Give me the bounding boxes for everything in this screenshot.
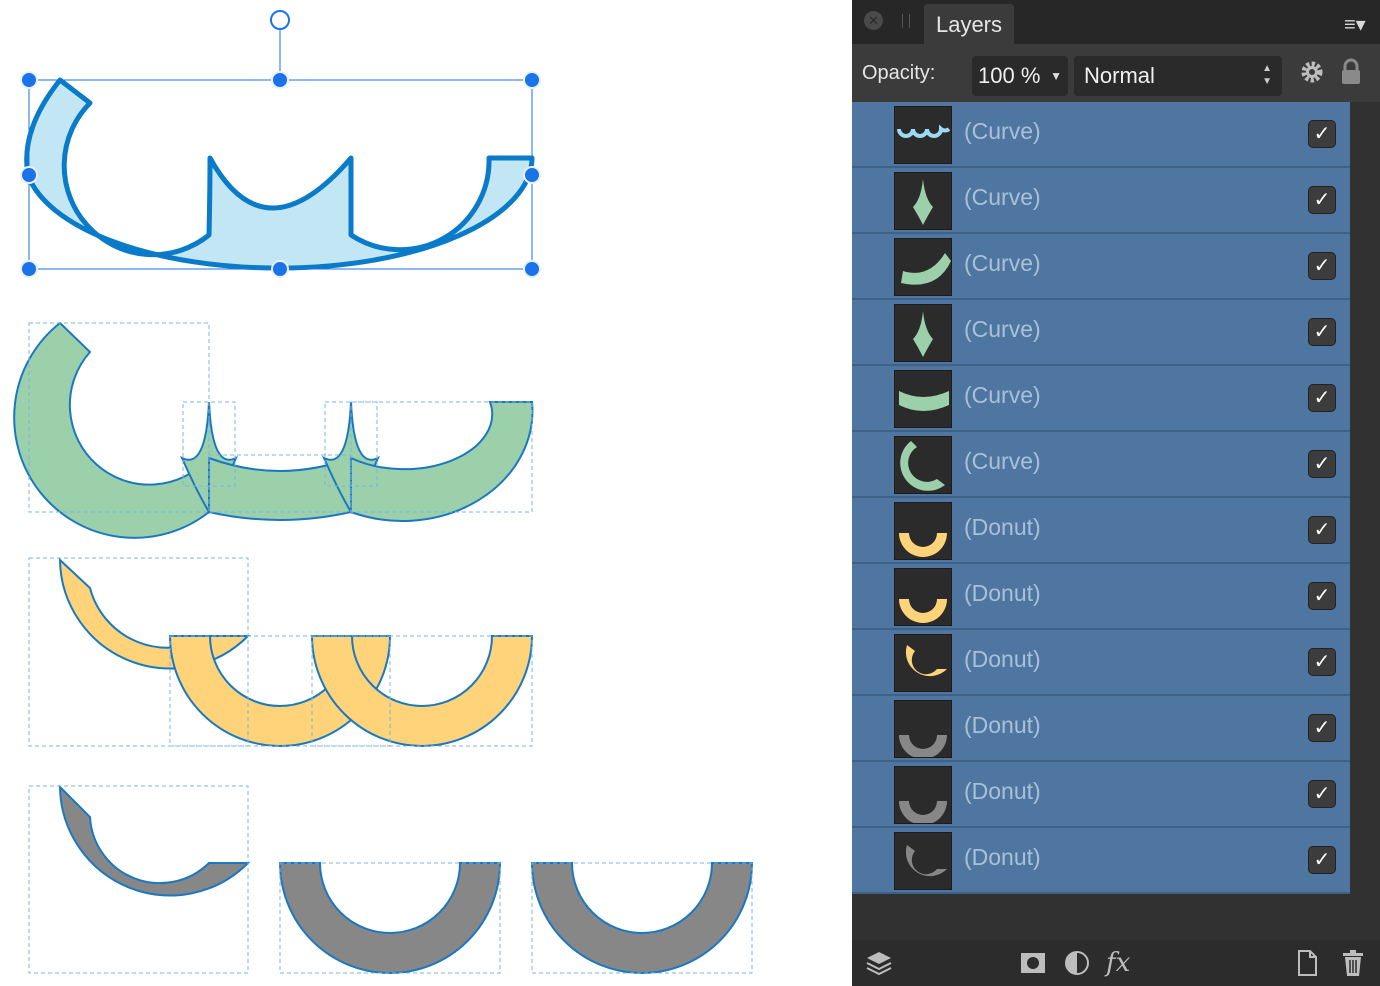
visibility-checkbox[interactable]: ✓ [1308,516,1336,544]
tab-layers[interactable]: Layers [924,4,1014,44]
layer-name: (Donut) [964,844,1041,870]
layer-row[interactable]: (Donut) ✓ [852,498,1350,564]
layer-row[interactable]: (Donut) ✓ [852,762,1350,828]
layer-name: (Curve) [964,382,1041,408]
layer-name: (Donut) [964,778,1041,804]
panel-titlebar: ✕ Layers ≡▾ [852,0,1380,44]
layer-row[interactable]: (Curve) ✓ [852,300,1350,366]
visibility-checkbox[interactable]: ✓ [1308,120,1336,148]
visibility-checkbox[interactable]: ✓ [1308,384,1336,412]
layer-thumbnail [894,106,952,164]
adjustment-icon[interactable] [1062,948,1092,978]
document-canvas[interactable] [0,0,852,986]
layer-row[interactable]: (Donut) ✓ [852,630,1350,696]
layer-row[interactable]: (Donut) ✓ [852,828,1350,894]
visibility-checkbox[interactable]: ✓ [1308,714,1336,742]
updown-icon: ▲ ▼ [1262,63,1272,87]
fx-icon[interactable]: fx [1106,948,1130,978]
layer-name: (Donut) [964,514,1041,540]
close-icon[interactable]: ✕ [864,11,883,30]
trash-icon[interactable] [1338,948,1368,978]
layer-row[interactable]: (Curve) ✓ [852,234,1350,300]
visibility-checkbox[interactable]: ✓ [1308,648,1336,676]
layers-icon[interactable] [864,948,894,978]
blend-mode-value: Normal [1084,63,1155,88]
layer-row[interactable]: (Donut) ✓ [852,696,1350,762]
menu-icon[interactable]: ≡▾ [1344,12,1370,36]
visibility-checkbox[interactable]: ✓ [1308,780,1336,808]
chevron-down-icon[interactable]: ▼ [1050,56,1062,96]
layer-name: (Donut) [964,580,1041,606]
lock-icon[interactable] [1340,58,1362,86]
layer-thumbnail [894,436,952,494]
layer-name: (Donut) [964,712,1041,738]
layers-toolbar: Opacity: 100 % ▼ Normal ▲ ▼ [852,44,1380,102]
layer-name: (Curve) [964,184,1041,210]
layer-row[interactable]: (Curve) ✓ [852,102,1350,168]
green-curves [13,321,534,539]
visibility-checkbox[interactable]: ✓ [1308,318,1336,346]
layer-thumbnail [894,766,952,824]
visibility-checkbox[interactable]: ✓ [1308,252,1336,280]
visibility-checkbox[interactable]: ✓ [1308,582,1336,610]
layer-thumbnail [894,568,952,626]
blend-mode-select[interactable]: Normal ▲ ▼ [1074,56,1282,96]
rotate-handle [270,10,290,30]
gear-icon[interactable] [1298,58,1326,86]
new-document-icon[interactable] [1292,948,1322,978]
layer-name: (Curve) [964,448,1041,474]
gray-donuts [58,784,754,974]
panel-bottom-bar: fx [852,940,1380,986]
layer-thumbnail [894,172,952,230]
visibility-checkbox[interactable]: ✓ [1308,846,1336,874]
opacity-label: Opacity: [862,62,936,84]
wave-shape-selected [24,77,535,271]
layer-name: (Donut) [964,646,1041,672]
visibility-checkbox[interactable]: ✓ [1308,186,1336,214]
opacity-value: 100 % [978,63,1041,88]
visibility-checkbox[interactable]: ✓ [1308,450,1336,478]
layer-thumbnail [894,832,952,890]
yellow-donuts [58,557,534,747]
layer-thumbnail [894,502,952,560]
canvas-artwork [13,10,754,974]
layer-thumbnail [894,634,952,692]
layers-panel: ✕ Layers ≡▾ Opacity: 100 % ▼ Normal ▲ ▼ (… [852,0,1380,986]
layer-row[interactable]: (Curve) ✓ [852,168,1350,234]
layer-name: (Curve) [964,316,1041,342]
layer-row[interactable]: (Curve) ✓ [852,432,1350,498]
opacity-field[interactable]: 100 % ▼ [972,56,1068,96]
layer-row[interactable]: (Donut) ✓ [852,564,1350,630]
layer-thumbnail [894,238,952,296]
layer-thumbnail [894,700,952,758]
layer-thumbnail [894,304,952,362]
layer-name: (Curve) [964,250,1041,276]
grip-handle[interactable] [902,14,910,28]
mask-icon[interactable] [1018,948,1048,978]
layer-thumbnail [894,370,952,428]
layer-row[interactable]: (Curve) ✓ [852,366,1350,432]
layer-name: (Curve) [964,118,1041,144]
